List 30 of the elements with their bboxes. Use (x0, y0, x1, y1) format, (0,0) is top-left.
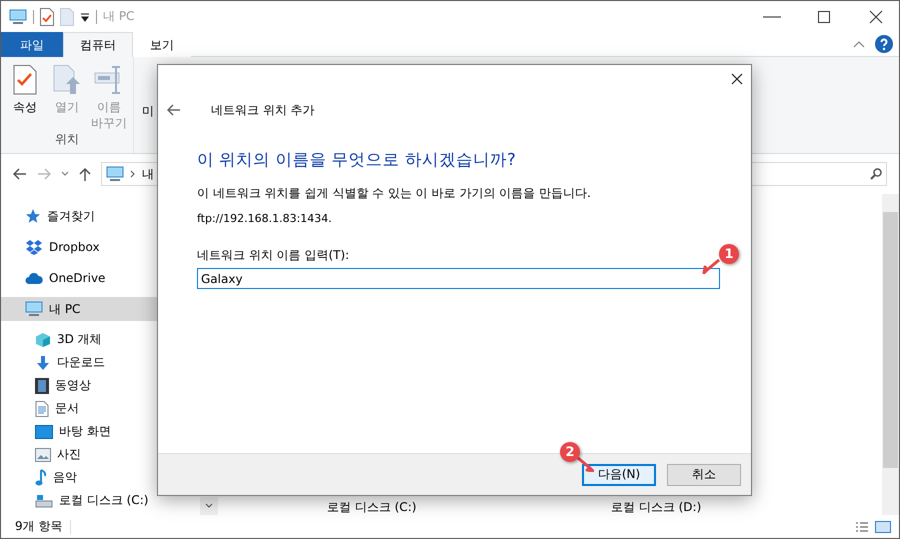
address-segment[interactable]: 내 (142, 166, 154, 182)
item-count: 9개 항목 (15, 518, 62, 535)
group-label: 위치 (55, 131, 79, 148)
ribbon-tab[interactable]: 파일 (1, 32, 63, 57)
next-button[interactable]: 다음(N) (582, 464, 656, 486)
sidebar-item[interactable]: Dropbox (1, 235, 158, 259)
sidebar-item[interactable]: 3D 개체 (1, 328, 158, 351)
sidebar-item[interactable]: OneDrive (1, 266, 158, 290)
ribbon-button[interactable]: 속성 (7, 65, 43, 131)
field-label: 네트워크 위치 이름 입력(T): (197, 247, 350, 264)
sidebar-item[interactable]: 음악 (1, 466, 158, 489)
sidebar-item[interactable]: 내 PC (1, 297, 158, 321)
cancel-button[interactable]: 취소 (667, 464, 741, 486)
ribbon-tab[interactable]: 컴퓨터 (63, 32, 133, 57)
ribbon-button[interactable]: 미 (142, 103, 154, 120)
dialog-title: 네트워크 위치 추가 (211, 102, 315, 118)
drive-label[interactable]: 로컬 디스크 (C:) (327, 500, 611, 515)
sidebar-item[interactable]: 즐겨찾기 (1, 204, 158, 228)
sidebar-item[interactable]: 바탕 화면 (1, 420, 158, 443)
sidebar-item[interactable]: 문서 (1, 397, 158, 420)
sidebar-item[interactable]: 사진 (1, 443, 158, 466)
network-address: ftp://192.168.1.83:1434. (197, 212, 333, 225)
sidebar-item[interactable]: 로컬 디스크 (C:) (1, 489, 158, 512)
sidebar-item[interactable]: 다운로드 (1, 351, 158, 374)
dialog-heading: 이 위치의 이름을 무엇으로 하시겠습니까? (197, 149, 517, 171)
window-title: 내 PC (103, 8, 134, 25)
drive-label[interactable]: 로컬 디스크 (D:) (611, 500, 702, 515)
sidebar-item[interactable]: 동영상 (1, 374, 158, 397)
description-text: 이 네트워크 위치를 쉽게 식별할 수 있는 이 바로 가기의 이름을 만듭니다. (197, 185, 592, 202)
name-input-field[interactable]: Galaxy (197, 268, 720, 289)
